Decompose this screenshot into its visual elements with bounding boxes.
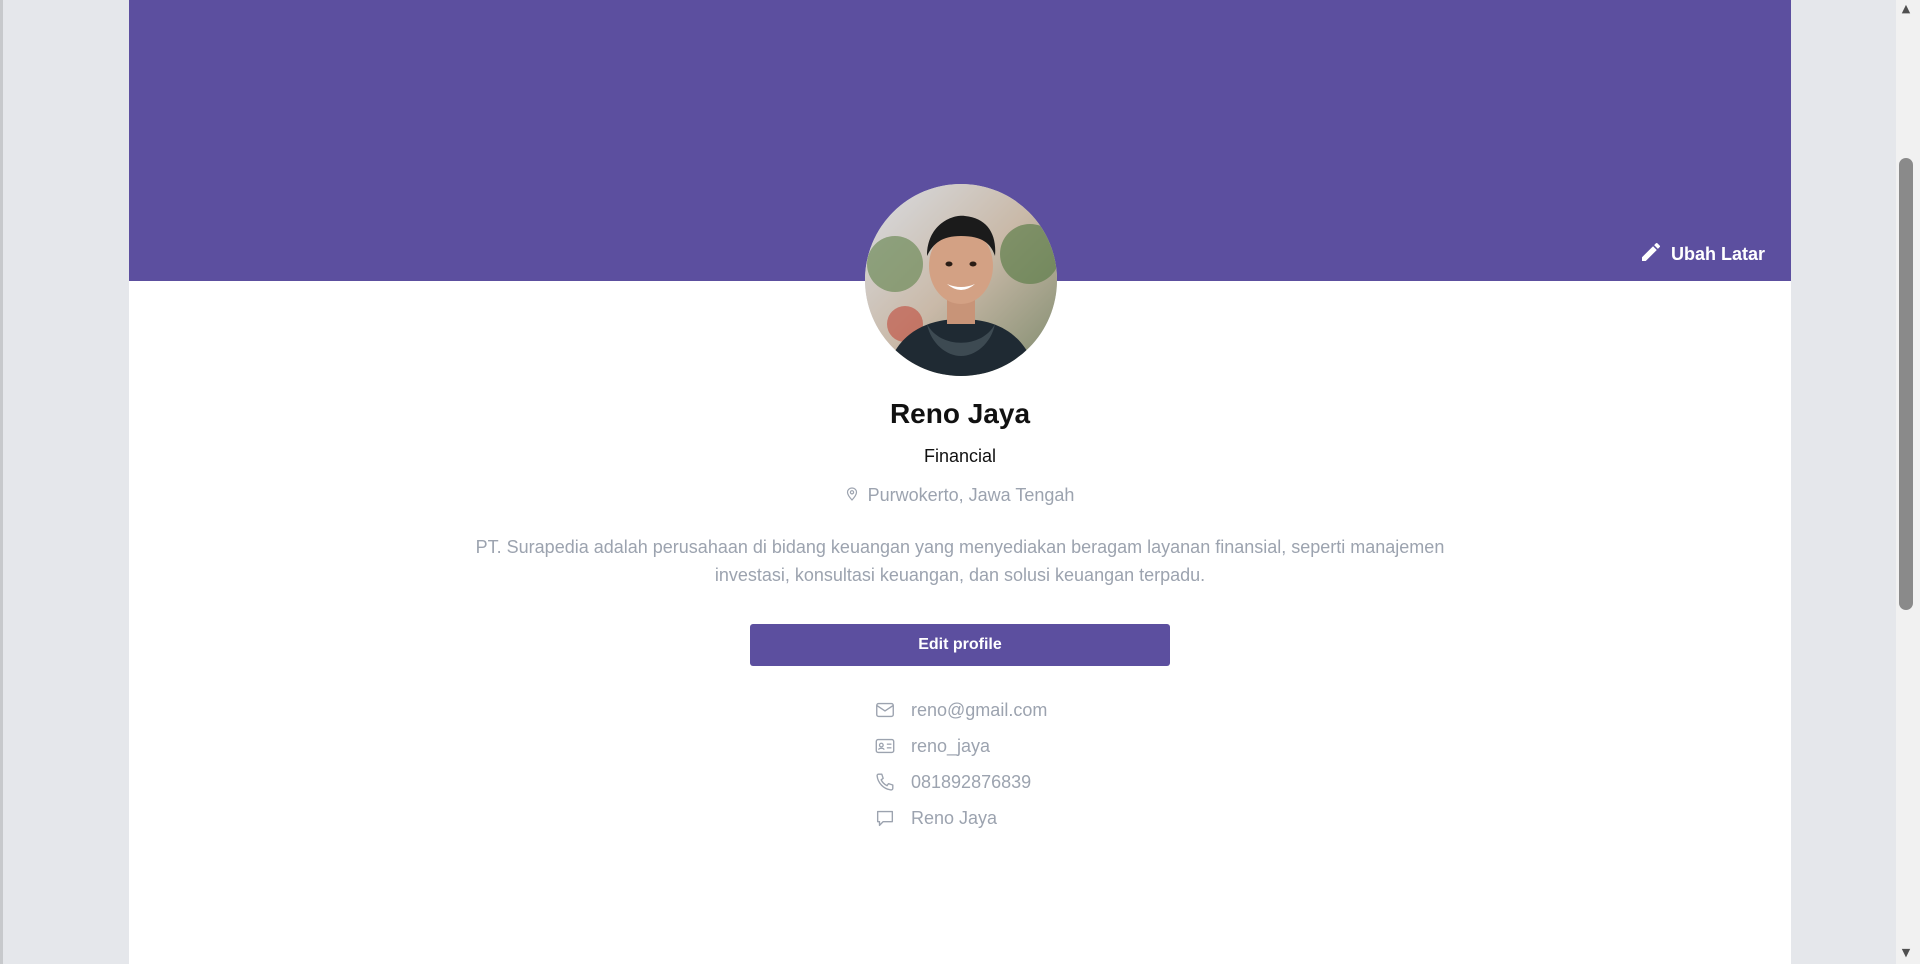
page: Ubah Latar Reno Jaya Financial Purwokert… [0, 0, 1920, 964]
contact-email: reno@gmail.com [873, 692, 1173, 728]
right-gutter [1791, 0, 1896, 964]
contact-list: reno@gmail.com reno_jaya 081892876839 Re… [873, 692, 1173, 836]
contact-phone: 081892876839 [873, 764, 1173, 800]
location-pin-icon [846, 485, 858, 506]
scroll-up-arrow[interactable]: ▲ [1899, 2, 1913, 16]
change-background-label: Ubah Latar [1670, 243, 1765, 264]
location-text: Purwokerto, Jawa Tengah [867, 485, 1075, 505]
pencil-icon [1639, 240, 1663, 269]
contact-chat-text: Reno Jaya [911, 807, 998, 828]
contact-email-text: reno@gmail.com [911, 699, 1048, 720]
profile-card: Ubah Latar Reno Jaya Financial Purwokert… [129, 0, 1791, 964]
scrollbar-thumb[interactable] [1899, 158, 1913, 610]
profile-name: Reno Jaya [889, 398, 1031, 429]
contact-phone-text: 081892876839 [911, 771, 1032, 792]
profile-location: Purwokerto, Jawa Tengah [129, 485, 1791, 506]
edit-profile-button[interactable]: Edit profile [750, 624, 1170, 666]
envelope-icon [873, 698, 897, 722]
change-background-button[interactable]: Ubah Latar [1639, 239, 1765, 269]
avatar[interactable] [865, 184, 1057, 376]
contact-username: reno_jaya [873, 728, 1173, 764]
contact-chat: Reno Jaya [873, 800, 1173, 836]
chat-bubble-icon [873, 806, 897, 830]
scroll-down-arrow[interactable]: ▼ [1899, 946, 1913, 960]
profile-role: Financial [923, 446, 997, 466]
profile-description: PT. Surapedia adalah perusahaan di bidan… [475, 537, 1445, 585]
phone-icon [873, 770, 897, 794]
left-gutter [0, 0, 3, 964]
id-card-icon [873, 734, 897, 758]
contact-username-text: reno_jaya [911, 735, 991, 756]
